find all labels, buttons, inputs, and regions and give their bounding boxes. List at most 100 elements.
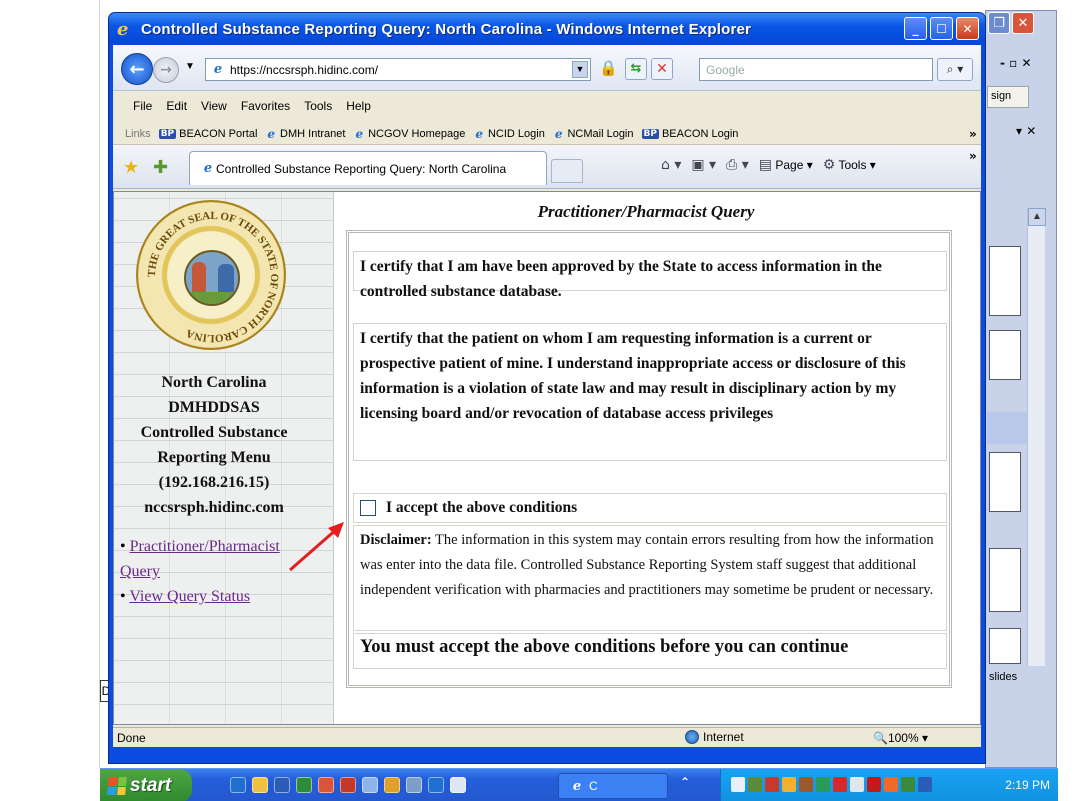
taskbar-scroll-icon[interactable]: ⌃: [680, 775, 690, 789]
address-bar[interactable]: e https://nccsrsph.hidinc.com/ ▼: [205, 58, 591, 81]
beacon-icon: BP: [641, 128, 659, 139]
history-dropdown-icon[interactable]: ▼: [185, 61, 195, 72]
ie-logo-icon: e: [117, 18, 129, 40]
tray-icon[interactable]: [782, 777, 796, 792]
background-window-controls: ❐ ✕: [988, 12, 1034, 34]
slide-thumbnail[interactable]: [989, 452, 1021, 512]
slide-thumbnail[interactable]: [989, 246, 1021, 316]
dropdown-close-icon[interactable]: ▾ ✕: [1016, 124, 1036, 138]
address-toolbar: ← → ▼ e https://nccsrsph.hidinc.com/ ▼ 🔒…: [113, 45, 981, 91]
tray-icon[interactable]: [918, 777, 932, 792]
address-url[interactable]: https://nccsrsph.hidinc.com/: [230, 63, 378, 77]
menu-tools[interactable]: Tools: [304, 99, 332, 119]
page-menu[interactable]: ▤ Page ▾: [759, 157, 813, 173]
link-label: DMH Intranet: [280, 127, 346, 140]
maximize-button[interactable]: ☐: [930, 17, 953, 40]
security-zone[interactable]: Internet: [685, 730, 744, 744]
page-icon: e: [355, 126, 364, 141]
tray-icon[interactable]: [850, 777, 864, 792]
address-dropdown-icon[interactable]: ▼: [572, 61, 588, 78]
tools-menu-label: Tools: [838, 158, 867, 172]
menu-file[interactable]: File: [133, 99, 152, 119]
restore-icon[interactable]: ❐: [988, 12, 1010, 34]
accept-control: I accept the above conditions: [354, 494, 946, 522]
certification-1: I certify that I am have been approved b…: [353, 251, 947, 300]
outlook-icon[interactable]: [318, 777, 334, 793]
tray-icon[interactable]: [748, 777, 762, 792]
folder-icon[interactable]: [252, 777, 268, 793]
clock[interactable]: 2:19 PM: [1005, 778, 1050, 792]
print-icon[interactable]: ⎙ ▾: [726, 157, 749, 173]
certification-2: I certify that the patient on whom I am …: [353, 323, 947, 461]
tray-icon[interactable]: [901, 777, 915, 792]
slide-thumbnail[interactable]: [989, 330, 1021, 380]
feeds-icon[interactable]: ▣ ▾: [691, 157, 716, 173]
forward-button[interactable]: →: [153, 57, 179, 83]
link-beacon-login[interactable]: BP BEACON Login: [641, 128, 738, 140]
tray-icon[interactable]: [867, 777, 881, 792]
search-icon[interactable]: ⌕ ▾: [937, 58, 973, 81]
taskbar-ie-button[interactable]: e C: [558, 773, 668, 799]
tools-menu[interactable]: ⚙ Tools ▾: [823, 157, 876, 173]
sign-button[interactable]: sign: [987, 86, 1029, 108]
document-icon[interactable]: [450, 777, 466, 793]
title-bar[interactable]: e Controlled Substance Reporting Query: …: [109, 13, 985, 45]
accept-checkbox[interactable]: [360, 500, 376, 516]
minimize-maximize-icon[interactable]: - ▫ ✕: [1000, 56, 1032, 70]
link-dmh-intranet[interactable]: e DMH Intranet: [265, 127, 345, 141]
scroll-up-icon[interactable]: ▲: [1028, 208, 1046, 226]
menu-edit[interactable]: Edit: [166, 99, 187, 119]
home-icon[interactable]: ⌂ ▾: [661, 157, 681, 173]
minimize-button[interactable]: _: [904, 17, 927, 40]
zoom-level[interactable]: 🔍100% ▾: [873, 731, 928, 745]
link-ncmail-login[interactable]: e NCMail Login: [553, 127, 634, 141]
tray-icon[interactable]: [816, 777, 830, 792]
start-label: start: [130, 774, 172, 796]
taskbar-ie-label: C: [589, 779, 598, 793]
tray-icon[interactable]: [833, 777, 847, 792]
tab-active[interactable]: e Controlled Substance Reporting Query: …: [189, 151, 547, 185]
refresh-icon[interactable]: ⇆: [625, 58, 647, 80]
excel-icon[interactable]: [296, 777, 312, 793]
app-icon[interactable]: [406, 777, 422, 793]
link-beacon-portal[interactable]: BP BEACON Portal: [158, 128, 257, 140]
background-scrollbar[interactable]: ▲: [1027, 208, 1046, 666]
slide-thumbnail[interactable]: [989, 548, 1021, 612]
start-button[interactable]: start: [100, 769, 192, 801]
ie-icon[interactable]: [428, 777, 444, 793]
view-query-status-link[interactable]: View Query Status: [129, 588, 250, 605]
tray-icon[interactable]: [731, 777, 745, 792]
must-accept-notice: You must accept the above conditions bef…: [353, 633, 947, 669]
slide-thumbnail[interactable]: [989, 628, 1021, 664]
close-icon[interactable]: ✕: [1012, 12, 1034, 34]
tray-icon[interactable]: [765, 777, 779, 792]
accept-label[interactable]: I accept the above conditions: [386, 499, 577, 517]
favorites-star-icon[interactable]: ★: [123, 157, 139, 178]
chevron-right-icon[interactable]: »: [969, 149, 977, 163]
app-icon[interactable]: [384, 777, 400, 793]
close-button[interactable]: ✕: [956, 17, 979, 40]
conditions-form: I certify that I am have been approved b…: [346, 230, 952, 688]
back-button[interactable]: ←: [121, 53, 153, 85]
add-favorite-icon[interactable]: ✚: [153, 157, 168, 178]
menu-view[interactable]: View: [201, 99, 227, 119]
quick-launch: [230, 777, 466, 793]
chevron-right-icon[interactable]: »: [969, 127, 977, 141]
lock-icon[interactable]: 🔒: [599, 59, 618, 79]
link-ncid-login[interactable]: e NCID Login: [473, 127, 545, 141]
app-icon[interactable]: [362, 777, 378, 793]
word-icon[interactable]: [274, 777, 290, 793]
search-input[interactable]: Google: [699, 58, 933, 81]
menu-help[interactable]: Help: [346, 99, 371, 119]
browser-chrome: ← → ▼ e https://nccsrsph.hidinc.com/ ▼ 🔒…: [113, 45, 981, 747]
powerpoint-icon[interactable]: [340, 777, 356, 793]
stop-icon[interactable]: ✕: [651, 58, 673, 80]
practitioner-query-link[interactable]: Practitioner/Pharmacist Query: [120, 538, 280, 580]
tray-icon[interactable]: [799, 777, 813, 792]
link-ncgov-homepage[interactable]: e NCGOV Homepage: [353, 127, 465, 141]
system-tray: 2:19 PM: [720, 769, 1058, 801]
ie-icon[interactable]: [230, 777, 246, 793]
new-tab-button[interactable]: [551, 159, 583, 183]
menu-favorites[interactable]: Favorites: [241, 99, 290, 119]
tray-icon[interactable]: [884, 777, 898, 792]
